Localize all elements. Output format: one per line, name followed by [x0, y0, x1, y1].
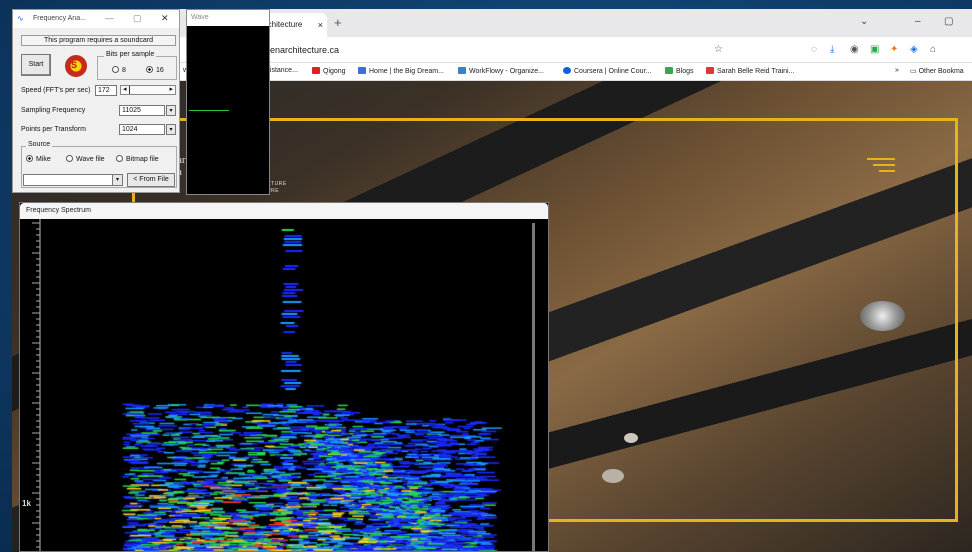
bookmark-icon	[358, 67, 366, 74]
folder-icon: ▭	[910, 68, 919, 75]
menu-icon[interactable]	[867, 158, 895, 174]
bits-per-sample-group: Bits per sample 8 16	[97, 51, 177, 80]
extension-icon[interactable]: ✦	[890, 44, 898, 55]
minimize-button[interactable]: —	[105, 13, 114, 23]
source-radio-wave[interactable]: Wave file	[66, 155, 105, 163]
app-logo-icon: S	[65, 55, 87, 77]
wave-titlebar[interactable]: Wave	[187, 10, 269, 26]
speed-field[interactable]: 172	[95, 85, 117, 96]
extension-icon[interactable]: ◈	[910, 44, 918, 55]
youtube-icon	[312, 67, 320, 74]
ceiling-light	[860, 301, 905, 331]
workflowy-icon	[458, 67, 466, 74]
chevron-down-icon[interactable]: ▾	[112, 175, 122, 185]
radio-icon	[66, 155, 73, 162]
bookmark-item[interactable]: distance...	[266, 67, 298, 74]
extension-icon[interactable]: ▣	[870, 44, 879, 55]
bookmark-item[interactable]: Coursera | Online Cour...	[563, 67, 651, 75]
sampling-select[interactable]: 11025	[119, 105, 165, 116]
tab-label: rchitecture	[265, 20, 303, 29]
arrow-left-icon[interactable]: ◂	[123, 85, 127, 93]
radio-selected-icon	[146, 66, 153, 73]
source-legend: Source	[26, 141, 53, 148]
bookmark-item[interactable]: Sarah Belle Reid Traini...	[706, 67, 794, 75]
bookmark-item[interactable]: WorkFlowy - Organize...	[458, 67, 544, 75]
close-icon[interactable]: ×	[318, 20, 323, 30]
tab-list-icon[interactable]: ⌄	[860, 16, 868, 27]
ceiling-spotlight	[602, 469, 624, 483]
spectrum-title: Frequency Spectrum	[26, 207, 91, 214]
from-file-button[interactable]: < From File	[127, 173, 175, 187]
points-label: Points per Transform	[21, 126, 86, 133]
maximize-button[interactable]: ▢	[133, 13, 142, 24]
desktop: rchitecture × + ⌄ – ▢ enarchitecture.ca …	[0, 0, 972, 552]
speed-slider[interactable]: ◂ ▸	[120, 85, 176, 95]
points-select[interactable]: 1024	[119, 124, 165, 135]
blogs-icon	[665, 67, 673, 74]
pocket-icon[interactable]: ◌	[811, 44, 817, 55]
chevron-down-icon[interactable]: ▾	[166, 105, 176, 116]
arrow-right-icon[interactable]: ▸	[169, 85, 173, 93]
maximize-button[interactable]: ▢	[944, 16, 953, 27]
waveform-trace	[189, 110, 229, 111]
wave-title: Wave	[191, 14, 209, 21]
spectrum-scrollbar[interactable]	[532, 223, 535, 551]
wave-window: Wave	[186, 9, 270, 195]
close-button[interactable]: ✕	[161, 13, 169, 24]
source-radio-bitmap[interactable]: Bitmap file	[116, 155, 159, 163]
frequency-axis: 1k	[20, 219, 42, 551]
soundcard-message: This program requires a soundcard	[21, 35, 176, 46]
spectrum-titlebar[interactable]: Frequency Spectrum	[20, 203, 548, 219]
coursera-icon	[563, 67, 571, 74]
spectrum-window: Frequency Spectrum 1k	[19, 202, 549, 552]
other-bookmarks[interactable]: ▭ Other Bookma	[910, 67, 964, 75]
analyzer-app-icon: ∿	[17, 14, 24, 23]
star-icon[interactable]: ☆	[714, 44, 723, 55]
minimize-button[interactable]: –	[915, 16, 921, 27]
sampling-label: Sampling Frequency	[21, 107, 86, 114]
bookmark-item[interactable]: Home | the Big Dream...	[358, 67, 444, 75]
ceiling-spotlight	[624, 433, 638, 443]
source-radio-mike[interactable]: Mike	[26, 155, 51, 163]
bits-radio-8[interactable]: 8	[112, 66, 126, 74]
slider-thumb[interactable]	[129, 86, 130, 94]
analyzer-titlebar[interactable]: ∿ Frequency Ana... — ▢ ✕	[13, 10, 179, 28]
url-text[interactable]: enarchitecture.ca	[270, 45, 339, 55]
radio-icon	[112, 66, 119, 73]
speed-label: Speed (FFT's per sec)	[21, 87, 91, 94]
chevron-down-icon[interactable]: ▾	[166, 124, 176, 135]
overflow-chevron-icon[interactable]: »	[895, 67, 899, 74]
bits-legend: Bits per sample	[104, 51, 157, 58]
download-icon[interactable]: ⤓	[830, 44, 834, 55]
radio-selected-icon	[26, 155, 33, 162]
bits-radio-16[interactable]: 16	[146, 66, 164, 74]
spectrogram	[42, 219, 532, 551]
bookmark-item[interactable]: Blogs	[665, 67, 694, 75]
bookmark-item[interactable]: Qigong	[312, 67, 346, 75]
extension-icon[interactable]: ⌂	[930, 44, 936, 55]
start-button[interactable]: Start	[21, 54, 51, 76]
analyzer-window: ∿ Frequency Ana... — ▢ ✕ This program re…	[12, 9, 180, 193]
new-tab-button[interactable]: +	[334, 15, 342, 30]
bookmark-icon	[706, 67, 714, 74]
file-select[interactable]: ▾	[23, 174, 123, 186]
axis-label-1k: 1k	[22, 499, 31, 508]
analyzer-title: Frequency Ana...	[33, 15, 86, 22]
account-icon[interactable]: ◉	[850, 44, 859, 55]
radio-icon	[116, 155, 123, 162]
